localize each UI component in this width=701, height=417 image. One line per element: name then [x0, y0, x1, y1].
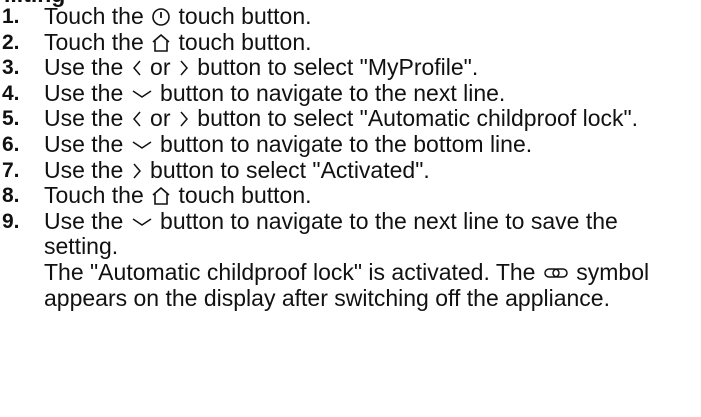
- chevron-down-icon: [131, 135, 153, 155]
- step-number: 2.: [2, 30, 20, 54]
- step-text: Use the button to select "Activated".: [44, 156, 430, 184]
- step-text-before: Use the: [44, 79, 130, 106]
- result-text: The "Automatic childproof lock" is activ…: [44, 258, 692, 311]
- step-text-after: button to select "Activated".: [143, 156, 430, 183]
- step-number: 1.: [2, 5, 20, 28]
- step-text: Use the button to navigate to the bottom…: [44, 130, 533, 158]
- chevron-down-icon: [131, 84, 153, 104]
- step-3: 3. Use the or button to select "MyProfil…: [0, 54, 701, 81]
- result-text-before: The "Automatic childproof lock" is activ…: [44, 258, 542, 285]
- step-6: 6. Use the button to navigate to the bot…: [0, 130, 701, 158]
- step-text-before: Use the: [44, 130, 130, 157]
- power-icon: [151, 7, 171, 27]
- step-text-mid: or: [143, 54, 177, 81]
- step-8: 8. Touch the touch button.: [0, 182, 701, 209]
- step-text: Use the or button to select "Automatic c…: [44, 106, 638, 132]
- step-7: 7. Use the button to select "Activated".: [0, 156, 701, 184]
- step-text-before: Touch the: [44, 3, 151, 29]
- step-text: Touch the touch button.: [44, 182, 312, 209]
- step-number: 9.: [2, 209, 20, 233]
- chevron-right-icon: [178, 109, 190, 129]
- step-text-before: Touch the: [44, 182, 151, 209]
- step-text-after: touch button.: [172, 28, 312, 55]
- step-number: 6.: [2, 132, 20, 156]
- step-1: 1. Touch the touch button.: [0, 3, 701, 30]
- step-text-after: button to navigate to the bottom line.: [153, 130, 533, 157]
- step-text-after: button to select "MyProfile".: [190, 54, 479, 81]
- step-text-after: button to navigate to the next line.: [153, 79, 506, 106]
- step-5: 5. Use the or button to select "Automati…: [0, 106, 701, 132]
- step-number: 5.: [2, 107, 20, 131]
- step-text-mid: or: [143, 105, 177, 132]
- chevron-left-icon: [131, 58, 143, 78]
- home-icon: [151, 33, 171, 53]
- step-text: Use the or button to select "MyProfile".: [44, 54, 479, 81]
- step-text-before: Use the: [44, 105, 130, 132]
- chevron-left-icon: [131, 109, 143, 129]
- step-text-before: Use the: [44, 54, 130, 81]
- step-text: Use the button to navigate to the next l…: [44, 207, 692, 260]
- chevron-down-icon: [131, 212, 153, 232]
- step-number: 4.: [2, 81, 20, 105]
- instruction-list: 1. Touch the touch button. 2. Touch the …: [0, 3, 701, 311]
- step-text-after: button to select "Automatic childproof l…: [190, 105, 639, 132]
- step-text-before: Use the: [44, 156, 130, 183]
- step-number: 3.: [2, 56, 20, 80]
- home-icon: [151, 186, 171, 206]
- step-text-before: Use the: [44, 207, 130, 234]
- chevron-right-icon: [178, 58, 190, 78]
- step-text-after: touch button.: [172, 3, 312, 29]
- step-2: 2. Touch the touch button.: [0, 28, 701, 56]
- step-text: Touch the touch button.: [44, 28, 312, 56]
- step-number: 7.: [2, 158, 20, 182]
- step-number: 8.: [2, 184, 20, 208]
- childproof-lock-icon: [543, 263, 569, 283]
- step-9: 9. Use the button to navigate to the nex…: [0, 207, 701, 260]
- step-text: Use the button to navigate to the next l…: [44, 79, 506, 107]
- step-text-after: touch button.: [172, 182, 312, 209]
- step-text-before: Touch the: [44, 28, 151, 55]
- chevron-right-icon: [131, 161, 143, 181]
- step-text: Touch the touch button.: [44, 3, 312, 30]
- step-4: 4. Use the button to navigate to the nex…: [0, 79, 701, 107]
